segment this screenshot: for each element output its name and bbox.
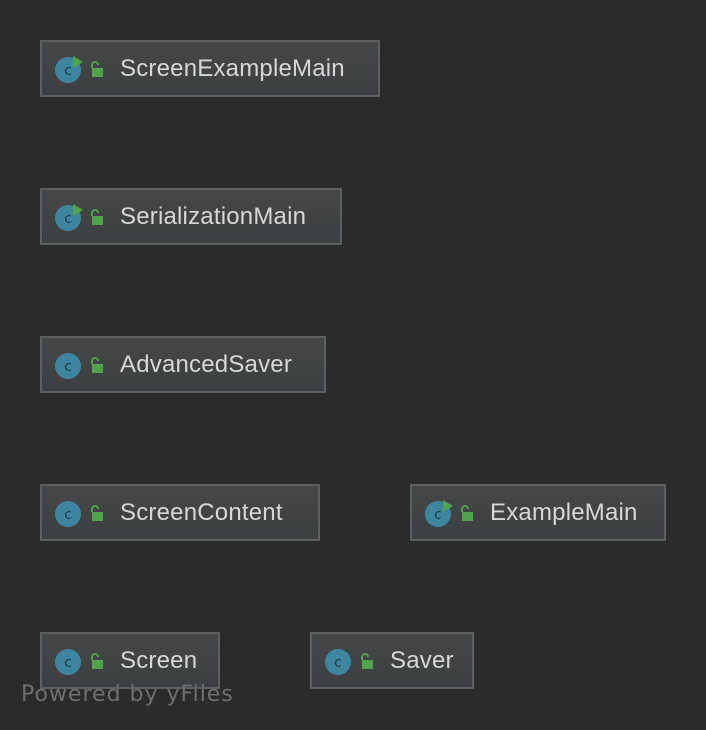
public-lock-icon <box>358 652 374 670</box>
class-node-label: ExampleMain <box>490 498 638 526</box>
class-icon: c <box>54 350 84 380</box>
public-lock-icon <box>88 652 104 670</box>
svg-text:c: c <box>434 507 442 523</box>
class-node-screen-content[interactable]: c ScreenContent <box>40 484 320 541</box>
class-node-screen-example-main[interactable]: c ScreenExampleMain <box>40 40 380 97</box>
class-runnable-icon: c <box>54 202 84 232</box>
class-node-label: SerializationMain <box>120 202 307 230</box>
svg-text:c: c <box>64 655 72 671</box>
class-node-example-main[interactable]: c ExampleMain <box>410 484 666 541</box>
class-node-label: ScreenContent <box>120 498 283 526</box>
class-runnable-icon: c <box>54 54 84 84</box>
class-node-screen[interactable]: c Screen <box>40 632 220 689</box>
class-node-serialization-main[interactable]: c SerializationMain <box>40 188 342 245</box>
public-lock-icon <box>88 504 104 522</box>
class-node-label: AdvancedSaver <box>120 350 293 378</box>
public-lock-icon <box>88 356 104 374</box>
class-icon: c <box>54 498 84 528</box>
public-lock-icon <box>458 504 474 522</box>
svg-text:c: c <box>64 359 72 375</box>
class-icon: c <box>54 646 84 676</box>
svg-text:c: c <box>64 211 72 227</box>
class-icon: c <box>324 646 354 676</box>
class-runnable-icon: c <box>424 498 454 528</box>
svg-text:c: c <box>64 507 72 523</box>
public-lock-icon <box>88 60 104 78</box>
svg-text:c: c <box>64 63 72 79</box>
class-node-advanced-saver[interactable]: c AdvancedSaver <box>40 336 326 393</box>
class-node-label: Saver <box>390 646 454 674</box>
class-node-saver[interactable]: c Saver <box>310 632 474 689</box>
public-lock-icon <box>88 208 104 226</box>
svg-text:c: c <box>334 655 342 671</box>
class-node-label: Screen <box>120 646 198 674</box>
diagram-canvas: c ScreenExampleMain c SerializationMain … <box>0 0 706 730</box>
powered-by-watermark: Powered by yFiles <box>21 682 234 707</box>
class-node-label: ScreenExampleMain <box>120 54 345 82</box>
